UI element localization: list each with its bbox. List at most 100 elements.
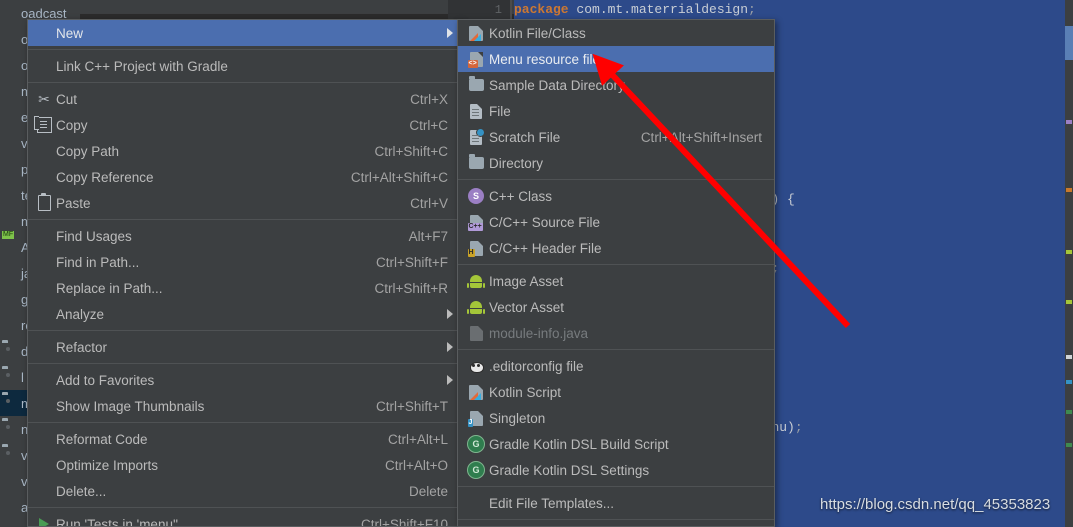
menu-item-run-tests-in-menu[interactable]: Run 'Tests in 'menu'' Ctrl+Shift+F10	[28, 511, 460, 527]
kotlin-badge	[474, 33, 481, 41]
java-singleton-icon-glyph: J	[467, 410, 483, 427]
menu-item-delete[interactable]: Delete... Delete	[28, 478, 460, 504]
menu-item-refactor[interactable]: Refactor	[28, 334, 460, 360]
menu-item-label: Link C++ Project with Gradle	[56, 58, 228, 74]
menu-item-shortcut: Ctrl+Shift+F10	[360, 516, 448, 527]
menu-item-find-usages[interactable]: Find Usages Alt+F7	[28, 223, 460, 249]
icon-placeholder	[32, 139, 56, 163]
icon-placeholder	[32, 453, 56, 477]
menu-item-reformat-code[interactable]: Reformat Code Ctrl+Alt+L	[28, 426, 460, 452]
menu-item-label: Refactor	[56, 339, 108, 355]
android-icon	[463, 296, 489, 318]
menu-item-replace-in-path[interactable]: Replace in Path... Ctrl+Shift+R	[28, 275, 460, 301]
tree-icon-placeholder	[2, 31, 18, 47]
scissors-icon: ✂	[32, 87, 56, 111]
android-body	[470, 308, 482, 314]
java-badge: J	[467, 418, 474, 427]
menu-item-kotlin-script[interactable]: Kotlin Script	[458, 379, 774, 405]
run-icon-glyph	[39, 518, 49, 526]
menu-item-shortcut: Ctrl+Shift+T	[375, 398, 448, 414]
menu-item-file[interactable]: File	[458, 98, 774, 124]
menu-item-menu-resource-file[interactable]: <> Menu resource file	[458, 46, 774, 72]
menu-item-copy[interactable]: Copy Ctrl+C	[28, 112, 460, 138]
menu-item-label: Kotlin Script	[489, 384, 562, 400]
icon-placeholder	[32, 479, 56, 503]
menu-item-copy-reference[interactable]: Copy Reference Ctrl+Alt+Shift+C	[28, 164, 460, 190]
context-menu[interactable]: New Link C++ Project with Gradle ✂ Cut Ctrl+…	[27, 19, 461, 527]
clock-badge	[476, 127, 485, 137]
menu-item-copy-path[interactable]: Copy Path Ctrl+Shift+C	[28, 138, 460, 164]
menu-item-c-class[interactable]: S C++ Class	[458, 183, 774, 209]
menu-item-editorconfig-file[interactable]: .editorconfig file	[458, 353, 774, 379]
menu-item-gradle-kotlin-dsl-build-script[interactable]: G Gradle Kotlin DSL Build Script	[458, 431, 774, 457]
menu-item-find-in-path[interactable]: Find in Path... Ctrl+Shift+F	[28, 249, 460, 275]
menu-item-image-asset[interactable]: Image Asset	[458, 268, 774, 294]
cpp-source-icon-glyph: C++	[467, 214, 483, 231]
paste-icon-glyph	[37, 193, 51, 211]
menu-item-shortcut: Ctrl+Alt+O	[384, 457, 448, 473]
menu-item-vector-asset[interactable]: Vector Asset	[458, 294, 774, 320]
editor-marker[interactable]	[1066, 250, 1072, 254]
editor-marker[interactable]	[1066, 355, 1072, 359]
tree-icon-placeholder	[2, 135, 18, 151]
editor-marker[interactable]	[1066, 300, 1072, 304]
menu-item-add-to-favorites[interactable]: Add to Favorites	[28, 367, 460, 393]
tree-folder-icon	[2, 343, 18, 359]
menu-separator	[458, 179, 774, 180]
code-token: ;	[748, 2, 756, 17]
resource-file-icon: <>	[463, 48, 489, 70]
icon-placeholder	[32, 21, 56, 45]
menu-separator	[458, 519, 774, 520]
editor-marker[interactable]	[1066, 188, 1072, 192]
menu-item-c-c-source-file[interactable]: C++ C/C++ Source File	[458, 209, 774, 235]
menu-item-shortcut: Ctrl+Shift+R	[374, 280, 448, 296]
menu-item-directory[interactable]: Directory	[458, 150, 774, 176]
menu-item-edit-file-templates[interactable]: Edit File Templates...	[458, 490, 774, 516]
gradle-icon: G	[463, 433, 489, 455]
menu-item-label: Reformat Code	[56, 431, 148, 447]
menu-item-label: Add to Favorites	[56, 372, 155, 388]
menu-item-scratch-file[interactable]: Scratch File Ctrl+Alt+Shift+Insert	[458, 124, 774, 150]
menu-item-label: Copy Reference	[56, 169, 154, 185]
menu-item-new[interactable]: New	[28, 20, 460, 46]
folder-icon-glyph	[468, 154, 484, 169]
folder-icon-glyph	[468, 76, 484, 91]
menu-item-label: Image Asset	[489, 273, 564, 289]
menu-item-analyze[interactable]: Analyze	[28, 301, 460, 327]
menu-item-kotlin-file-class[interactable]: Kotlin File/Class	[458, 20, 774, 46]
menu-separator	[458, 264, 774, 265]
cpp-badge: C++	[467, 222, 483, 231]
icon-placeholder	[32, 335, 56, 359]
menu-item-c-c-header-file[interactable]: H C/C++ Header File	[458, 235, 774, 261]
icon-placeholder	[32, 427, 56, 451]
menu-item-paste[interactable]: Paste Ctrl+V	[28, 190, 460, 216]
menu-item-module-info-java[interactable]: module-info.java	[458, 320, 774, 346]
folder-icon	[463, 74, 489, 96]
menu-item-label: Show Image Thumbnails	[56, 398, 205, 414]
tree-icon-placeholder	[2, 57, 18, 73]
new-submenu[interactable]: Kotlin File/Class <> Menu resource file Sam…	[457, 19, 775, 527]
menu-item-singleton[interactable]: J Singleton	[458, 405, 774, 431]
menu-item-label: New	[56, 25, 84, 41]
editor-marker-strip[interactable]	[1065, 0, 1073, 527]
menu-item-cut[interactable]: ✂ Cut Ctrl+X	[28, 86, 460, 112]
submenu-arrow-icon	[447, 28, 453, 38]
menu-item-label: C/C++ Header File	[489, 240, 602, 256]
tree-icon-placeholder	[2, 187, 18, 203]
tree-icon-placeholder	[2, 5, 18, 21]
menu-item-optimize-imports[interactable]: Optimize Imports Ctrl+Alt+O	[28, 452, 460, 478]
editor-scrollbar-thumb[interactable]	[1065, 26, 1073, 60]
menu-item-label: Find Usages	[56, 228, 132, 244]
editor-marker[interactable]	[1066, 410, 1072, 414]
menu-item-sample-data-directory[interactable]: Sample Data Directory	[458, 72, 774, 98]
editor-marker[interactable]	[1066, 443, 1072, 447]
menu-item-show-image-thumbnails[interactable]: Show Image Thumbnails Ctrl+Shift+T	[28, 393, 460, 419]
tree-icon-placeholder	[2, 317, 18, 333]
scratch-file-icon	[463, 126, 489, 148]
menu-item-gradle-kotlin-dsl-settings[interactable]: G Gradle Kotlin DSL Settings	[458, 457, 774, 483]
menu-item-aidl[interactable]: AIDL	[458, 523, 774, 526]
editor-marker[interactable]	[1066, 120, 1072, 124]
menu-item-link-c-project-with-gradle[interactable]: Link C++ Project with Gradle	[28, 53, 460, 79]
icon-placeholder	[32, 224, 56, 248]
editor-marker[interactable]	[1066, 380, 1072, 384]
